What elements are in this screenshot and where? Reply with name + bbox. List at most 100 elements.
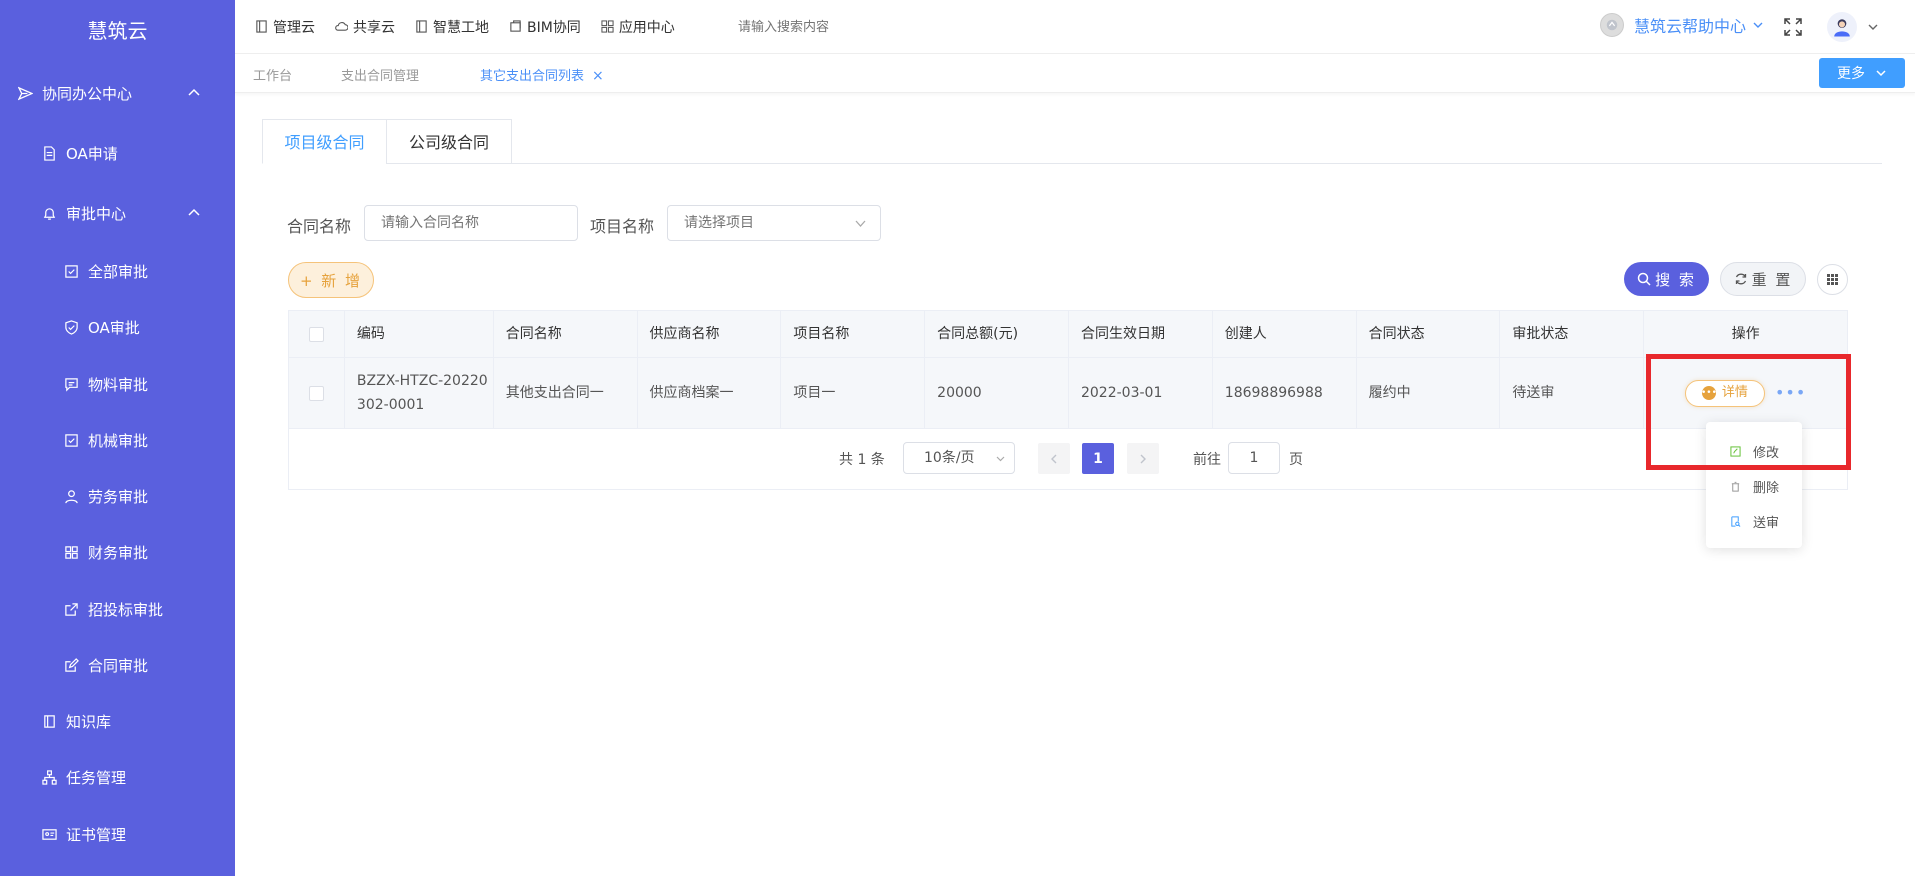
dropdown-item-label: 送审	[1753, 516, 1780, 531]
visited-tab-workbench[interactable]: 工作台	[253, 65, 292, 84]
grid-icon	[601, 20, 614, 33]
row-checkbox-cell	[289, 358, 345, 428]
dropdown-item-edit[interactable]: 修改	[1706, 434, 1802, 469]
sidebar-item-task-management[interactable]: 任务管理	[0, 757, 235, 797]
help-center-menu[interactable]: 慧筑云帮助中心	[1600, 13, 1764, 37]
cloud-icon	[335, 22, 348, 31]
document-search-icon	[1731, 516, 1741, 527]
cell-code: BZZX-HTZC-20220 302-0001	[345, 358, 494, 428]
chevron-up-icon	[188, 208, 200, 216]
header-approval-status: 审批状态	[1500, 311, 1645, 357]
dropdown-item-submit[interactable]: 送审	[1706, 504, 1802, 539]
code-text: BZZX-HTZC-20220 302-0001	[357, 369, 488, 417]
goto-page-input[interactable]	[1228, 442, 1280, 474]
sidebar-item-knowledge-base[interactable]: 知识库	[0, 701, 235, 741]
grid-icon	[1827, 274, 1838, 285]
cell-effective-date: 2022-03-01	[1069, 358, 1213, 428]
visited-tabs-bar: 工作台 支出合同管理 其它支出合同列表 × 更多	[235, 55, 1915, 93]
dropdown-item-delete[interactable]: 删除	[1706, 469, 1802, 504]
code-line: 302-0001	[356, 397, 425, 413]
bell-icon	[40, 204, 58, 222]
page-size-value: 10条/页	[924, 450, 975, 466]
row-more-actions[interactable]: •••	[1775, 381, 1806, 405]
sidebar-item-label: 全部审批	[88, 262, 149, 281]
search-icon	[1637, 272, 1651, 286]
book-icon	[256, 20, 267, 33]
chevron-down-icon[interactable]	[1867, 21, 1879, 33]
sidebar: 慧筑云 协同办公中心 OA申请 审批中心 全部审批 OA审批 物料审批 机械审批…	[0, 0, 235, 876]
header-project: 项目名称	[781, 311, 926, 357]
visited-tab-other-expense-contracts[interactable]: 其它支出合同列表 ×	[480, 65, 604, 84]
sidebar-item-label: 合同审批	[88, 656, 149, 675]
sidebar-item-contract-approval[interactable]: 合同审批	[0, 645, 235, 685]
table-row: BZZX-HTZC-20220 302-0001 其他支出合同一 供应商档案一 …	[289, 358, 1847, 429]
cell-supplier: 供应商档案一	[638, 358, 782, 428]
sidebar-item-label: 财务审批	[88, 543, 149, 562]
sidebar-item-labor-approval[interactable]: 劳务审批	[0, 476, 235, 516]
project-select[interactable]	[667, 205, 881, 241]
dropdown-item-label: 删除	[1753, 481, 1780, 496]
sidebar-item-all-approval[interactable]: 全部审批	[0, 251, 235, 291]
sidebar-item-label: 招投标审批	[88, 600, 164, 619]
top-nav-label: 共享云	[353, 19, 395, 36]
sidebar-item-certificate-management[interactable]: 证书管理	[0, 814, 235, 854]
goto-label: 前往	[1193, 452, 1221, 468]
tab-company-contract[interactable]: 公司级合同	[386, 119, 512, 164]
user-avatar[interactable]	[1827, 12, 1857, 42]
top-nav-bim[interactable]: BIM协同	[509, 17, 581, 37]
sidebar-item-material-approval[interactable]: 物料审批	[0, 364, 235, 404]
top-bar: 管理云 共享云 智慧工地 BIM协同 应用中心 慧筑云帮助中心	[235, 0, 1915, 54]
add-button[interactable]: + 新 增	[288, 262, 374, 298]
sidebar-item-bidding-approval[interactable]: 招投标审批	[0, 589, 235, 629]
contract-name-label: 合同名称	[287, 217, 352, 236]
chevron-right-icon	[1140, 454, 1146, 463]
top-nav-smart-site[interactable]: 智慧工地	[415, 17, 489, 37]
cell-contract-name: 其他支出合同一	[494, 358, 638, 428]
header-amount: 合同总额(元)	[925, 311, 1069, 357]
prev-page-button[interactable]	[1038, 443, 1070, 474]
pagination-total: 共 1 条	[839, 452, 885, 468]
send-icon	[16, 84, 34, 102]
dropdown-item-label: 修改	[1753, 446, 1780, 461]
more-button-label: 更多	[1837, 66, 1865, 82]
global-search-input[interactable]	[738, 17, 958, 37]
shield-check-icon	[62, 318, 80, 336]
close-icon[interactable]: ×	[592, 68, 604, 84]
visited-tab-expense-contract[interactable]: 支出合同管理	[341, 65, 419, 84]
top-nav-app-center[interactable]: 应用中心	[601, 17, 675, 37]
edit-icon	[62, 656, 80, 674]
top-nav-shared-cloud[interactable]: 共享云	[335, 17, 395, 37]
app-logo: 慧筑云	[87, 19, 148, 43]
sidebar-item-approval-center[interactable]: 审批中心	[0, 193, 235, 233]
search-button[interactable]: 搜 索	[1624, 262, 1709, 296]
top-nav-management-cloud[interactable]: 管理云	[255, 17, 315, 37]
contract-name-input[interactable]	[364, 205, 578, 241]
sidebar-item-oa-apply[interactable]: OA申请	[0, 133, 235, 173]
page-size-select[interactable]: 10条/页	[903, 442, 1015, 474]
detail-button[interactable]: ••• 详情	[1684, 379, 1765, 407]
sidebar-item-label: 劳务审批	[88, 487, 149, 506]
cell-amount: 20000	[925, 358, 1069, 428]
chevron-down-icon	[1876, 70, 1886, 77]
top-nav: 管理云 共享云 智慧工地 BIM协同 应用中心	[235, 17, 695, 37]
row-checkbox[interactable]	[308, 385, 324, 401]
external-link-icon	[62, 600, 80, 618]
sidebar-item-machinery-approval[interactable]: 机械审批	[0, 420, 235, 460]
sidebar-item-collab-office[interactable]: 协同办公中心	[0, 73, 235, 113]
sidebar-item-oa-approval[interactable]: OA审批	[0, 307, 235, 347]
more-button[interactable]: 更多	[1819, 58, 1905, 88]
chevron-up-icon	[188, 88, 200, 96]
sidebar-item-label: 协同办公中心	[42, 84, 133, 103]
page-number-current[interactable]: 1	[1082, 443, 1114, 474]
fullscreen-icon[interactable]	[1783, 17, 1803, 37]
sidebar-item-finance-approval[interactable]: 财务审批	[0, 532, 235, 572]
reset-button[interactable]: 重 置	[1720, 262, 1806, 296]
detail-button-label: 详情	[1721, 385, 1748, 400]
next-page-button[interactable]	[1127, 443, 1159, 474]
select-all-checkbox[interactable]	[308, 326, 324, 342]
tab-project-contract[interactable]: 项目级合同	[262, 119, 387, 164]
chevron-down-icon	[996, 456, 1005, 462]
sidebar-item-label: 知识库	[66, 712, 112, 731]
top-nav-label: 管理云	[273, 19, 315, 36]
column-settings-button[interactable]	[1817, 264, 1848, 295]
